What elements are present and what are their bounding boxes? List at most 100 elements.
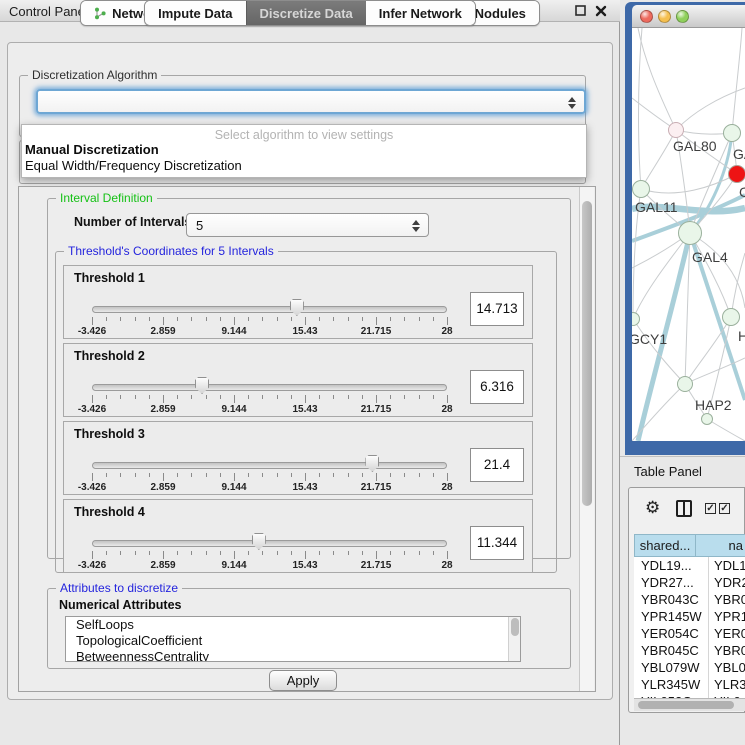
minimize-icon[interactable]: [658, 10, 671, 23]
slider-tick-labels: -3.4262.8599.14415.4321.71528: [92, 482, 447, 494]
slider-handle[interactable]: [365, 455, 379, 472]
node-gal80[interactable]: [668, 122, 684, 138]
node-gal4[interactable]: [678, 221, 702, 245]
settings-scrollpane: Interval Definition Number of Intervals …: [18, 186, 596, 692]
vertical-scrollbar[interactable]: [579, 187, 594, 691]
table-row[interactable]: YDL19...YDL1: [634, 557, 745, 574]
slider-handle[interactable]: [252, 533, 266, 550]
tab-discretize-data[interactable]: Discretize Data: [246, 1, 366, 25]
numerical-attributes-label: Numerical Attributes: [59, 598, 181, 612]
threshold-value-field[interactable]: 21.4: [470, 448, 524, 482]
threshold-label: Threshold 1: [74, 271, 145, 285]
node-h-partial[interactable]: [722, 308, 740, 326]
zoom-icon[interactable]: [676, 10, 689, 23]
threshold-slider[interactable]: [92, 533, 447, 551]
slider-ticks: [92, 395, 447, 404]
attribute-item-betweennesscentrality[interactable]: BetweennessCentrality: [66, 649, 520, 662]
node-selected-red[interactable]: [728, 165, 745, 183]
cell-name: YBR0: [709, 642, 745, 659]
table-row[interactable]: YPR145WYPR1: [634, 608, 745, 625]
cell-name: YPR1: [709, 608, 745, 625]
attribute-item-selfloops[interactable]: SelfLoops: [66, 617, 520, 633]
node-gcy1-label: GCY1: [632, 331, 667, 347]
threshold-value-field[interactable]: 14.713: [470, 292, 524, 326]
scrollbar-thumb[interactable]: [638, 701, 734, 709]
cell-shared-name: YER054C: [634, 625, 709, 642]
tab-infer-network[interactable]: Infer Network: [366, 1, 475, 25]
node-gal80-label: GAL80: [673, 138, 717, 154]
attributes-group-label: Attributes to discretize: [56, 581, 182, 595]
tab-label: Impute Data: [158, 6, 232, 21]
threshold-panel-4: Threshold 4-3.4262.8599.14415.4321.71528…: [63, 499, 533, 573]
node-ga-partial[interactable]: [723, 124, 741, 142]
table-row[interactable]: YBL079WYBL0: [634, 659, 745, 676]
cell-shared-name: YBL079W: [634, 659, 709, 676]
cell-name: YLR3: [709, 676, 745, 693]
apply-button[interactable]: Apply: [269, 670, 337, 691]
algorithm-option-manual-discretization[interactable]: Manual Discretization: [22, 142, 586, 158]
cell-name: YDL1: [709, 557, 745, 574]
cell-name: YER0: [709, 625, 745, 642]
cell-shared-name: YDL19...: [634, 557, 709, 574]
node-gal4-label: GAL4: [692, 249, 728, 265]
close-icon[interactable]: [640, 10, 653, 23]
table-row[interactable]: YBR043CYBR0: [634, 591, 745, 608]
column-header-shared-name[interactable]: shared...: [634, 534, 696, 557]
table-panel-body: ⚙ ✓ ✓ shared... na YDL19...YDL1YDR27...Y…: [628, 487, 745, 713]
checkbox-icon[interactable]: ✓: [719, 503, 730, 514]
table-rows: YDL19...YDL1YDR27...YDR2YBR043CYBR0YPR14…: [634, 557, 745, 698]
column-header-name[interactable]: na: [696, 534, 745, 557]
slider-ticks: [92, 473, 447, 482]
number-of-intervals-combobox[interactable]: 5: [186, 213, 429, 237]
node-gal11[interactable]: [632, 180, 650, 198]
cell-shared-name: YBR045C: [634, 642, 709, 659]
node-selected-red-label: C: [739, 184, 745, 200]
table-row[interactable]: YER054CYER0: [634, 625, 745, 642]
slider-track[interactable]: [92, 462, 447, 469]
threshold-slider[interactable]: [92, 299, 447, 317]
attribute-item-topologicalcoefficient[interactable]: TopologicalCoefficient: [66, 633, 520, 649]
cell-shared-name: YPR145W: [634, 608, 709, 625]
threshold-label: Threshold 2: [74, 349, 145, 363]
threshold-label: Threshold 3: [74, 427, 145, 441]
algorithm-option-equal-width-frequency-discretization[interactable]: Equal Width/Frequency Discretization: [22, 158, 586, 174]
tab-label: Discretize Data: [260, 6, 353, 21]
algorithm-dropdown-popup: Select algorithm to view settings Manual…: [21, 124, 587, 178]
slider-track[interactable]: [92, 306, 447, 313]
slider-track[interactable]: [92, 540, 447, 547]
scrollbar-thumb[interactable]: [582, 201, 592, 506]
cell-shared-name: YDR27...: [634, 574, 709, 591]
table-row[interactable]: YDR27...YDR2: [634, 574, 745, 591]
node-partial-bottom[interactable]: [701, 413, 713, 425]
algorithm-combobox[interactable]: [36, 89, 586, 114]
algorithm-options: Manual DiscretizationEqual Width/Frequen…: [22, 142, 586, 174]
threshold-value-field[interactable]: 6.316: [470, 370, 524, 404]
node-gal11-label: GAL11: [635, 199, 678, 215]
checkbox-icon[interactable]: ✓: [705, 503, 716, 514]
node-hap2[interactable]: [677, 376, 693, 392]
horizontal-scrollbar[interactable]: [634, 698, 745, 711]
gear-icon[interactable]: ⚙: [645, 499, 660, 516]
thresholds-group-label: Threshold's Coordinates for 5 Intervals: [64, 244, 278, 258]
threshold-panel-3: Threshold 3 -3.4262.8599.14415.4321.71528…: [63, 421, 533, 495]
list-scrollbar[interactable]: [508, 617, 520, 661]
threshold-panel-2: Threshold 2-3.4262.8599.14415.4321.71528…: [63, 343, 533, 417]
threshold-slider[interactable]: [92, 377, 447, 395]
table-row[interactable]: YLR345WYLR3: [634, 676, 745, 693]
interval-definition-label: Interval Definition: [56, 191, 157, 205]
network-canvas[interactable]: GAL80GACGAL11GAL4GCY1HHAP2: [632, 28, 745, 441]
slider-handle[interactable]: [290, 299, 304, 316]
table-row[interactable]: YBR045CYBR0: [634, 642, 745, 659]
node-ga-partial-label: GA: [733, 146, 745, 162]
cell-name: YDR2: [709, 574, 745, 591]
split-columns-icon[interactable]: [676, 500, 692, 517]
desktop: Control Panel Discretization Algorithm T…: [0, 0, 745, 745]
threshold-slider[interactable]: [92, 455, 447, 473]
algorithm-hint: Select algorithm to view settings: [22, 125, 586, 142]
slider-track[interactable]: [92, 384, 447, 391]
number-of-intervals-label: Number of Intervals: [74, 215, 191, 229]
network-window-titlebar: [632, 5, 745, 28]
threshold-value-field[interactable]: 11.344: [470, 526, 524, 560]
tab-impute-data[interactable]: Impute Data: [145, 1, 245, 25]
slider-handle[interactable]: [195, 377, 209, 394]
